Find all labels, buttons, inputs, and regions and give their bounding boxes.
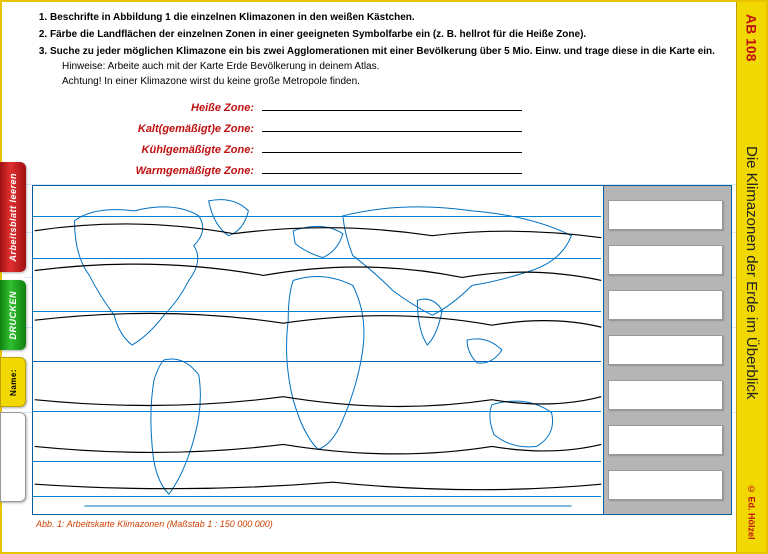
worksheet-page: Arbeitsblatt leeren DRUCKEN Name: AB 108…: [0, 0, 768, 554]
map-caption: Abb. 1: Arbeitskarte Klimazonen (Maßstab…: [36, 519, 732, 529]
instruction-3-hint1: Hinweise: Arbeite auch mit der Karte Erd…: [62, 59, 732, 74]
zone-input-cold[interactable]: [262, 120, 522, 132]
clear-worksheet-button[interactable]: Arbeitsblatt leeren: [0, 162, 26, 272]
zone-label-cold: Kalt(gemäßigt)e Zone:: [112, 123, 262, 135]
zone-input-hot[interactable]: [262, 99, 522, 111]
name-label-tab: Name:: [0, 357, 26, 407]
zone-input-cool[interactable]: [262, 141, 522, 153]
zone-label-box[interactable]: [608, 290, 723, 320]
instruction-3-hint2: Achtung! In einer Klimazone wirst du kei…: [62, 74, 732, 89]
instruction-3-text: Suche zu jeder möglichen Klimazone ein b…: [50, 46, 715, 57]
zone-label-box[interactable]: [608, 470, 723, 500]
name-caption: Name:: [9, 369, 18, 396]
left-tab-strip: Arbeitsblatt leeren DRUCKEN Name:: [0, 162, 28, 462]
world-map-panel: [32, 185, 732, 515]
publisher-text: © Ed. Hölzel: [747, 484, 757, 540]
instruction-1: Beschrifte in Abbildung 1 die einzelnen …: [50, 10, 732, 25]
zone-row-cold: Kalt(gemäßigt)e Zone:: [112, 120, 732, 135]
zone-label-cool: Kühlgemäßigte Zone:: [112, 144, 262, 156]
print-button[interactable]: DRUCKEN: [0, 280, 26, 350]
zone-label-box[interactable]: [608, 425, 723, 455]
right-title-panel: AB 108 Die Klimazonen der Erde im Überbl…: [736, 2, 766, 552]
clear-worksheet-label: Arbeitsblatt leeren: [8, 173, 18, 262]
main-content: Beschrifte in Abbildung 1 die einzelnen …: [32, 10, 732, 544]
name-input-tab[interactable]: [0, 412, 26, 502]
publisher-credit: © Ed. Hölzel: [747, 484, 757, 540]
zone-row-hot: Heiße Zone:: [112, 99, 732, 114]
instruction-list: Beschrifte in Abbildung 1 die einzelnen …: [32, 10, 732, 89]
zone-row-warm: Warmgemäßigte Zone:: [112, 162, 732, 177]
zone-input-list: Heiße Zone: Kalt(gemäßigt)e Zone: Kühlge…: [112, 99, 732, 177]
worksheet-title: Die Klimazonen der Erde im Überblick: [743, 71, 760, 474]
zone-label-box[interactable]: [608, 335, 723, 365]
world-map-svg[interactable]: [33, 186, 603, 514]
instruction-3: Suche zu jeder möglichen Klimazone ein b…: [50, 44, 732, 89]
instruction-2: Färbe die Landflächen der einzelnen Zone…: [50, 27, 732, 42]
zone-label-box[interactable]: [608, 245, 723, 275]
zone-label-box[interactable]: [608, 200, 723, 230]
zone-input-warm[interactable]: [262, 162, 522, 174]
zone-label-box[interactable]: [608, 380, 723, 410]
zone-row-cool: Kühlgemäßigte Zone:: [112, 141, 732, 156]
print-label: DRUCKEN: [8, 291, 18, 340]
worksheet-code: AB 108: [744, 14, 760, 61]
zone-label-warm: Warmgemäßigte Zone:: [112, 165, 262, 177]
zone-label-hot: Heiße Zone:: [112, 102, 262, 114]
zone-label-boxes: [608, 200, 723, 500]
